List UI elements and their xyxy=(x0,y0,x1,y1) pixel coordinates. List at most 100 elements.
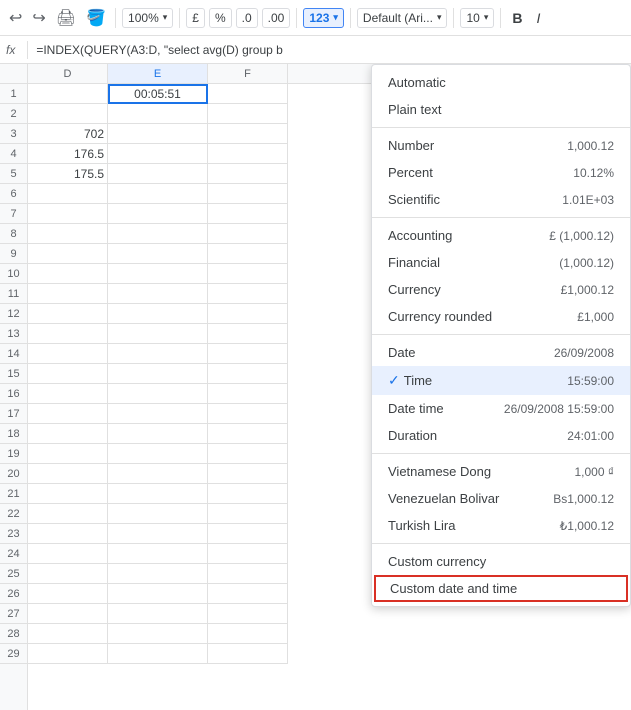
cell-F15[interactable] xyxy=(208,364,288,384)
cell-E24[interactable] xyxy=(108,544,208,564)
cell-D20[interactable] xyxy=(28,464,108,484)
cell-F17[interactable] xyxy=(208,404,288,424)
cell-E27[interactable] xyxy=(108,604,208,624)
cell-F10[interactable] xyxy=(208,264,288,284)
cell-D6[interactable] xyxy=(28,184,108,204)
cell-E26[interactable] xyxy=(108,584,208,604)
menu-item-percent[interactable]: Percent10.12% xyxy=(372,159,630,186)
cell-D2[interactable] xyxy=(28,104,108,124)
cell-F11[interactable] xyxy=(208,284,288,304)
cell-E8[interactable] xyxy=(108,224,208,244)
cell-F20[interactable] xyxy=(208,464,288,484)
cell-E9[interactable] xyxy=(108,244,208,264)
cell-D4[interactable]: 176.5 xyxy=(28,144,108,164)
cell-F4[interactable] xyxy=(208,144,288,164)
menu-item-custom-date-time[interactable]: Custom date and time xyxy=(374,575,628,602)
cell-F23[interactable] xyxy=(208,524,288,544)
cell-E28[interactable] xyxy=(108,624,208,644)
menu-item-number[interactable]: Number1,000.12 xyxy=(372,132,630,159)
cell-D25[interactable] xyxy=(28,564,108,584)
cell-E7[interactable] xyxy=(108,204,208,224)
cell-D17[interactable] xyxy=(28,404,108,424)
cell-D10[interactable] xyxy=(28,264,108,284)
cell-F12[interactable] xyxy=(208,304,288,324)
cell-D19[interactable] xyxy=(28,444,108,464)
cell-E10[interactable] xyxy=(108,264,208,284)
decimal0-button[interactable]: .0 xyxy=(236,8,258,28)
cell-D15[interactable] xyxy=(28,364,108,384)
cell-E14[interactable] xyxy=(108,344,208,364)
redo-icon[interactable]: ↪ xyxy=(29,6,48,30)
currency-button[interactable]: £ xyxy=(186,8,205,28)
col-header-E[interactable]: E xyxy=(108,64,208,83)
cell-F5[interactable] xyxy=(208,164,288,184)
cell-F16[interactable] xyxy=(208,384,288,404)
cell-E17[interactable] xyxy=(108,404,208,424)
cell-F3[interactable] xyxy=(208,124,288,144)
cell-F26[interactable] xyxy=(208,584,288,604)
cell-E18[interactable] xyxy=(108,424,208,444)
cell-E16[interactable] xyxy=(108,384,208,404)
menu-item-vietnamese-dong[interactable]: Vietnamese Dong1,000 ₫ xyxy=(372,458,630,485)
menu-item-plain-text[interactable]: Plain text xyxy=(372,96,630,123)
cell-E2[interactable] xyxy=(108,104,208,124)
cell-D26[interactable] xyxy=(28,584,108,604)
cell-F27[interactable] xyxy=(208,604,288,624)
menu-item-currency[interactable]: Currency£1,000.12 xyxy=(372,276,630,303)
cell-F8[interactable] xyxy=(208,224,288,244)
cell-D12[interactable] xyxy=(28,304,108,324)
cell-F19[interactable] xyxy=(208,444,288,464)
menu-item-time[interactable]: ✓Time15:59:00 xyxy=(372,366,630,395)
cell-E15[interactable] xyxy=(108,364,208,384)
cell-D13[interactable] xyxy=(28,324,108,344)
cell-E11[interactable] xyxy=(108,284,208,304)
cell-D29[interactable] xyxy=(28,644,108,664)
menu-item-turkish-lira[interactable]: Turkish Lira₺1,000.12 xyxy=(372,512,630,539)
cell-E29[interactable] xyxy=(108,644,208,664)
cell-E21[interactable] xyxy=(108,484,208,504)
cell-E12[interactable] xyxy=(108,304,208,324)
menu-item-duration[interactable]: Duration24:01:00 xyxy=(372,422,630,449)
cell-F6[interactable] xyxy=(208,184,288,204)
cell-F24[interactable] xyxy=(208,544,288,564)
menu-item-date[interactable]: Date26/09/2008 xyxy=(372,339,630,366)
cell-D8[interactable] xyxy=(28,224,108,244)
cell-D21[interactable] xyxy=(28,484,108,504)
cell-F13[interactable] xyxy=(208,324,288,344)
cell-E5[interactable] xyxy=(108,164,208,184)
cell-D23[interactable] xyxy=(28,524,108,544)
cell-D1[interactable] xyxy=(28,84,108,104)
cell-D7[interactable] xyxy=(28,204,108,224)
cell-F1[interactable] xyxy=(208,84,288,104)
print-icon[interactable]: 🖨 xyxy=(53,6,79,30)
cell-F14[interactable] xyxy=(208,344,288,364)
cell-E25[interactable] xyxy=(108,564,208,584)
cell-D24[interactable] xyxy=(28,544,108,564)
cell-D16[interactable] xyxy=(28,384,108,404)
cell-D11[interactable] xyxy=(28,284,108,304)
cell-F29[interactable] xyxy=(208,644,288,664)
cell-E22[interactable] xyxy=(108,504,208,524)
cell-D28[interactable] xyxy=(28,624,108,644)
cell-F2[interactable] xyxy=(208,104,288,124)
cell-E3[interactable] xyxy=(108,124,208,144)
decimal00-button[interactable]: .00 xyxy=(262,8,291,28)
cell-F28[interactable] xyxy=(208,624,288,644)
format-number-dropdown[interactable]: 123 ▾ xyxy=(303,8,344,28)
cell-F22[interactable] xyxy=(208,504,288,524)
menu-item-venezuelan-bolivar[interactable]: Venezuelan BolivarBs1,000.12 xyxy=(372,485,630,512)
cell-D3[interactable]: 702 xyxy=(28,124,108,144)
cell-E19[interactable] xyxy=(108,444,208,464)
cell-E4[interactable] xyxy=(108,144,208,164)
percent-button[interactable]: % xyxy=(209,8,232,28)
undo-icon[interactable]: ↩ xyxy=(6,6,25,30)
zoom-dropdown[interactable]: 100% ▾ xyxy=(122,8,173,28)
bold-button[interactable]: B xyxy=(507,8,527,28)
menu-item-accounting[interactable]: Accounting£ (1,000.12) xyxy=(372,222,630,249)
cell-E23[interactable] xyxy=(108,524,208,544)
formula-content[interactable]: =INDEX(QUERY(A3:D, "select avg(D) group … xyxy=(36,43,282,57)
cell-F25[interactable] xyxy=(208,564,288,584)
cell-E13[interactable] xyxy=(108,324,208,344)
menu-item-automatic[interactable]: Automatic xyxy=(372,69,630,96)
italic-button[interactable]: I xyxy=(531,8,545,28)
